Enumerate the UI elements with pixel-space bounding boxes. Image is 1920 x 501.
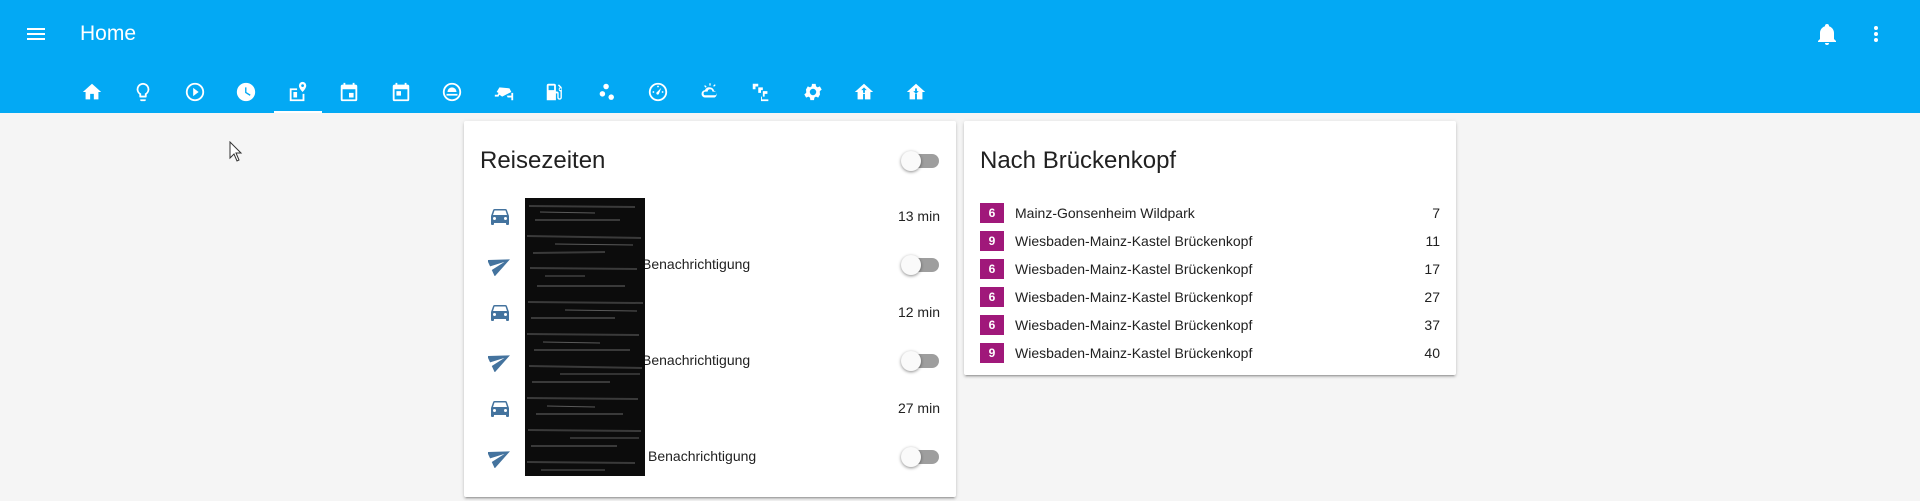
- calendar-today-icon: [392, 82, 409, 101]
- notifications-button[interactable]: [1813, 20, 1841, 48]
- stop-name: Mainz-Gonsenheim Wildpark: [1015, 205, 1195, 221]
- departure-minutes: 11: [1425, 233, 1440, 249]
- stop-name: Wiesbaden-Mainz-Kastel Brückenkopf: [1015, 233, 1253, 249]
- tab-speedometer[interactable]: [633, 70, 685, 113]
- tab-stairs[interactable]: [736, 70, 788, 113]
- departure-minutes: 27: [1424, 289, 1440, 305]
- tab-travel[interactable]: [272, 70, 324, 113]
- tab-scatter[interactable]: [581, 70, 633, 113]
- weather-partly-cloudy-icon: [701, 82, 717, 98]
- menu-button[interactable]: [22, 20, 50, 48]
- line-badge: 9: [980, 231, 1004, 251]
- stop-name: Wiesbaden-Mainz-Kastel Brückenkopf: [1015, 345, 1253, 361]
- home-export-icon: [855, 83, 874, 99]
- redacted-area: [525, 198, 645, 476]
- departure-minutes: 40: [1424, 345, 1440, 361]
- map-marker-distance-icon: [289, 81, 306, 101]
- lightbulb-icon: [136, 82, 150, 101]
- line-badge: 6: [980, 287, 1004, 307]
- redaction-noise: [526, 205, 644, 471]
- cctv-icon: [494, 86, 513, 100]
- car-icon: [491, 401, 509, 417]
- settings-icon: [804, 83, 822, 100]
- departure-minutes: 37: [1424, 317, 1440, 333]
- tab-fuel[interactable]: [530, 70, 582, 113]
- toggle-thumb: [901, 255, 921, 275]
- travel-time-value: 13 min: [897, 208, 940, 224]
- departures-card: Nach Brückenkopf 6 Mainz-Gonsenheim Wild…: [964, 121, 1456, 375]
- page-title: Home: [80, 22, 137, 45]
- car-icon: [491, 209, 509, 225]
- send-icon: [488, 355, 510, 372]
- home-icon: [82, 83, 101, 99]
- tab-vacuum[interactable]: [427, 70, 479, 113]
- tab-lights[interactable]: [118, 70, 170, 113]
- departure-minutes: 17: [1424, 261, 1440, 277]
- notification-toggle[interactable]: [901, 447, 941, 467]
- stop-name: Wiesbaden-Mainz-Kastel Brückenkopf: [1015, 261, 1253, 277]
- travel-time-value: 12 min: [897, 304, 940, 320]
- notification-label: Benachrichtigung: [648, 448, 757, 464]
- card-title: Nach Brückenkopf: [980, 147, 1177, 174]
- bell-icon: [1818, 24, 1836, 45]
- notification-label: Benachrichtigung: [642, 256, 751, 272]
- departure-minutes: 7: [1432, 205, 1440, 221]
- stairs-icon: [753, 83, 769, 101]
- scatter-plot-icon: [599, 83, 614, 100]
- toggle-thumb: [901, 447, 921, 467]
- travel-times-card: Reisezeiten 13 min Benachrichtigung 12 m…: [464, 121, 956, 497]
- tab-calendar-b[interactable]: [375, 70, 427, 113]
- tab-clock[interactable]: [221, 70, 273, 113]
- card-title: Reisezeiten: [480, 147, 606, 174]
- tab-home[interactable]: [66, 70, 118, 113]
- travel-time-value: 27 min: [897, 400, 940, 416]
- car-icon: [491, 305, 509, 321]
- toggle-thumb: [901, 351, 921, 371]
- line-badge: 6: [980, 315, 1004, 335]
- tab-home-leave[interactable]: [839, 70, 891, 113]
- tab-weather[interactable]: [684, 70, 736, 113]
- calendar-icon: [341, 82, 358, 101]
- tab-home-arrive[interactable]: [890, 70, 942, 113]
- mouse-cursor-icon: [229, 141, 243, 162]
- gas-station-icon: [547, 83, 563, 100]
- send-icon: [488, 451, 510, 468]
- notification-toggle[interactable]: [901, 351, 941, 371]
- menu-icon: [27, 28, 45, 40]
- stop-name: Wiesbaden-Mainz-Kastel Brückenkopf: [1015, 317, 1253, 333]
- view-tabs: [66, 70, 942, 113]
- home-import-icon: [906, 83, 925, 99]
- robot-vacuum-icon: [443, 82, 462, 101]
- notification-toggle[interactable]: [901, 255, 941, 275]
- dots-vertical-icon: [1874, 26, 1878, 42]
- stop-name: Wiesbaden-Mainz-Kastel Brückenkopf: [1015, 289, 1253, 305]
- line-badge: 9: [980, 343, 1004, 363]
- line-badge: 6: [980, 203, 1004, 223]
- tab-media[interactable]: [169, 70, 221, 113]
- notification-label: Benachrichtigung: [642, 352, 751, 368]
- overflow-menu-button[interactable]: [1862, 20, 1890, 48]
- tab-calendar-a[interactable]: [324, 70, 376, 113]
- toggle-thumb: [901, 151, 921, 171]
- clock-icon: [237, 82, 256, 101]
- speedometer-icon: [649, 82, 668, 101]
- send-icon: [488, 259, 510, 276]
- tab-cameras[interactable]: [478, 70, 530, 113]
- play-circle-icon: [185, 82, 204, 101]
- card-header-toggle[interactable]: [901, 151, 941, 171]
- app-toolbar: Home: [0, 0, 1920, 113]
- line-badge: 6: [980, 259, 1004, 279]
- tab-settings[interactable]: [787, 70, 839, 113]
